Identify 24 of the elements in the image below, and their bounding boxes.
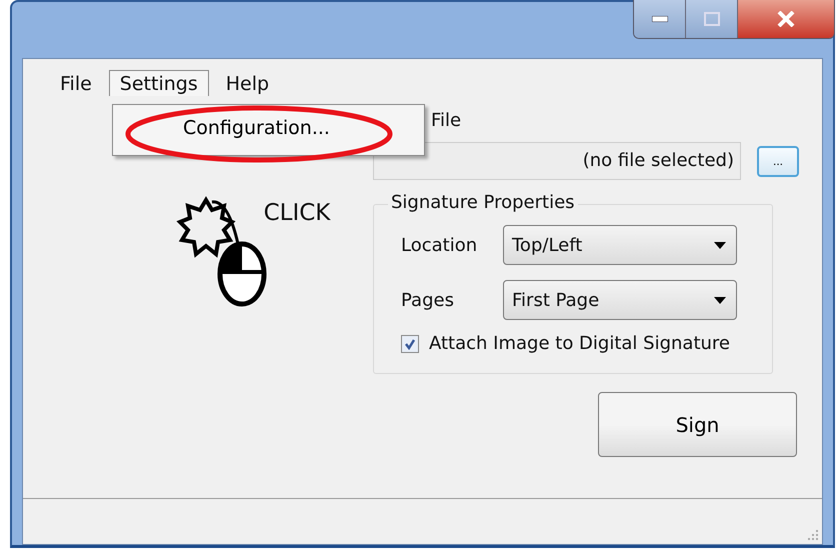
close-button[interactable] [738,0,834,38]
browse-button[interactable]: ... [757,146,799,176]
group-title: Signature Properties [388,192,578,213]
minimize-icon [652,16,668,22]
file-label: File [431,110,462,133]
menu-item[interactable]: Help [214,70,280,96]
menu-item[interactable]: File [49,70,103,96]
dropdown-field[interactable]: Top/Left [503,225,737,265]
minimize-button[interactable] [634,0,686,38]
field-label: Pages [401,290,455,310]
resize-grip-icon [807,529,819,541]
sign-button[interactable]: Sign [598,392,797,457]
menu-item[interactable]: Settings [108,70,209,96]
file-path-field[interactable]: (no file selected) [373,142,741,180]
checkbox[interactable] [401,334,419,352]
dropdown-arrow-icon [714,296,726,304]
close-icon [777,11,795,27]
checkbox-label[interactable]: Attach Image to Digital Signature [429,333,730,354]
checkmark-icon [404,338,416,350]
dropdown-arrow-icon [714,242,726,248]
maximize-icon [704,12,720,26]
field-label: Location [401,234,478,256]
dropdown-field[interactable]: First Page [503,280,737,320]
click-caption: CLICK [264,200,330,226]
